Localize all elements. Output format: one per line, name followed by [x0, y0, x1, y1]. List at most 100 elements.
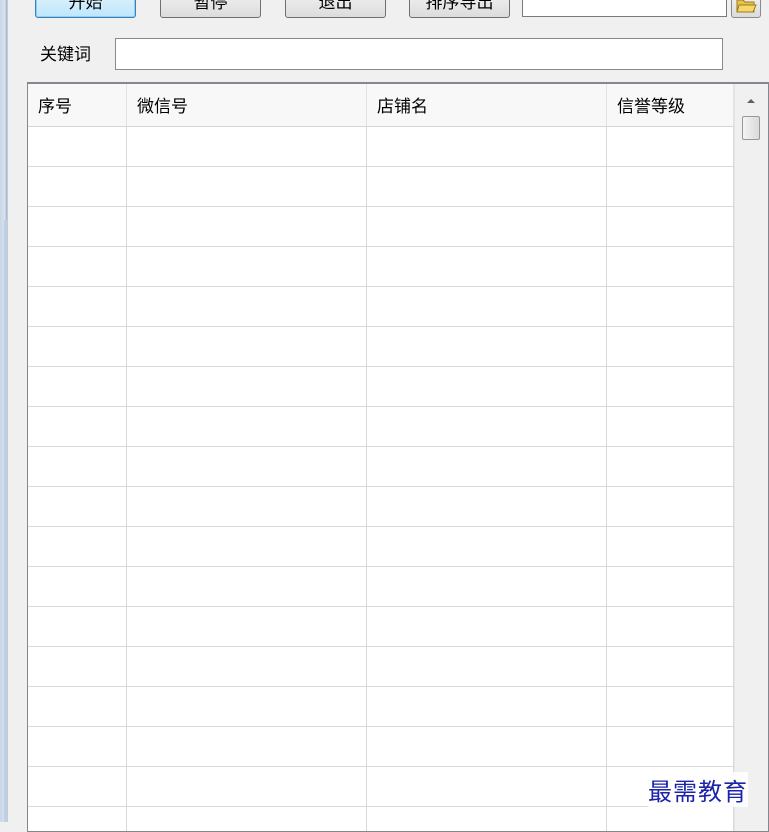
table-cell[interactable]	[28, 287, 127, 327]
table-cell[interactable]	[127, 127, 367, 167]
table-cell[interactable]	[127, 527, 367, 567]
table-cell[interactable]	[607, 247, 734, 287]
table-cell[interactable]	[367, 727, 607, 767]
table-cell[interactable]	[127, 287, 367, 327]
table-cell[interactable]	[607, 807, 734, 831]
table-row[interactable]	[28, 527, 734, 567]
table-cell[interactable]	[127, 607, 367, 647]
table-cell[interactable]	[28, 647, 127, 687]
table-row[interactable]	[28, 287, 734, 327]
table-cell[interactable]	[28, 527, 127, 567]
table-cell[interactable]	[28, 607, 127, 647]
table-cell[interactable]	[367, 207, 607, 247]
results-table[interactable]: 序号 微信号 店铺名 信誉等级	[27, 82, 769, 832]
table-cell[interactable]	[127, 727, 367, 767]
table-cell[interactable]	[127, 447, 367, 487]
table-row[interactable]	[28, 207, 734, 247]
table-cell[interactable]	[28, 447, 127, 487]
table-cell[interactable]	[28, 167, 127, 207]
table-row[interactable]	[28, 727, 734, 767]
table-cell[interactable]	[607, 287, 734, 327]
table-cell[interactable]	[607, 567, 734, 607]
table-cell[interactable]	[127, 807, 367, 831]
table-cell[interactable]	[28, 767, 127, 807]
table-cell[interactable]	[367, 367, 607, 407]
table-row[interactable]	[28, 247, 734, 287]
table-cell[interactable]	[367, 487, 607, 527]
table-cell[interactable]	[28, 367, 127, 407]
table-cell[interactable]	[127, 207, 367, 247]
table-cell[interactable]	[367, 687, 607, 727]
table-cell[interactable]	[367, 247, 607, 287]
table-cell[interactable]	[127, 247, 367, 287]
column-header-shop-name[interactable]: 店铺名	[367, 84, 607, 126]
table-cell[interactable]	[607, 127, 734, 167]
table-row[interactable]	[28, 487, 734, 527]
table-cell[interactable]	[127, 407, 367, 447]
table-cell[interactable]	[28, 327, 127, 367]
exit-button[interactable]: 退出	[285, 0, 386, 18]
table-cell[interactable]	[607, 527, 734, 567]
table-row[interactable]	[28, 687, 734, 727]
table-cell[interactable]	[607, 447, 734, 487]
table-cell[interactable]	[367, 807, 607, 831]
table-cell[interactable]	[367, 327, 607, 367]
table-row[interactable]	[28, 607, 734, 647]
table-cell[interactable]	[607, 327, 734, 367]
export-button[interactable]: 排序导出	[409, 0, 510, 18]
table-cell[interactable]	[367, 287, 607, 327]
table-row[interactable]	[28, 127, 734, 167]
table-cell[interactable]	[367, 607, 607, 647]
table-cell[interactable]	[28, 247, 127, 287]
table-cell[interactable]	[607, 607, 734, 647]
table-cell[interactable]	[367, 167, 607, 207]
scroll-up-arrow-icon[interactable]	[742, 92, 760, 110]
table-row[interactable]	[28, 767, 734, 807]
table-cell[interactable]	[607, 647, 734, 687]
table-cell[interactable]	[127, 327, 367, 367]
table-cell[interactable]	[607, 367, 734, 407]
column-header-wechat-id[interactable]: 微信号	[127, 84, 367, 126]
column-header-credit-level[interactable]: 信誉等级	[607, 84, 734, 126]
table-cell[interactable]	[367, 767, 607, 807]
table-row[interactable]	[28, 807, 734, 831]
table-cell[interactable]	[28, 687, 127, 727]
table-row[interactable]	[28, 407, 734, 447]
table-cell[interactable]	[607, 727, 734, 767]
table-cell[interactable]	[28, 727, 127, 767]
table-cell[interactable]	[28, 567, 127, 607]
table-cell[interactable]	[127, 167, 367, 207]
export-path-input[interactable]	[522, 0, 727, 17]
keyword-input[interactable]	[115, 38, 723, 70]
browse-folder-button[interactable]	[731, 0, 761, 18]
table-cell[interactable]	[367, 407, 607, 447]
scrollbar-thumb[interactable]	[742, 116, 760, 140]
table-row[interactable]	[28, 647, 734, 687]
table-cell[interactable]	[607, 207, 734, 247]
table-cell[interactable]	[28, 127, 127, 167]
table-cell[interactable]	[607, 407, 734, 447]
start-button[interactable]: 开始	[35, 0, 136, 18]
table-cell[interactable]	[607, 487, 734, 527]
table-cell[interactable]	[28, 207, 127, 247]
table-row[interactable]	[28, 367, 734, 407]
vertical-scrollbar[interactable]	[734, 84, 768, 831]
table-cell[interactable]	[367, 647, 607, 687]
table-row[interactable]	[28, 567, 734, 607]
table-cell[interactable]	[367, 127, 607, 167]
table-cell[interactable]	[127, 567, 367, 607]
table-cell[interactable]	[127, 487, 367, 527]
table-cell[interactable]	[367, 447, 607, 487]
table-cell[interactable]	[127, 367, 367, 407]
table-cell[interactable]	[28, 807, 127, 831]
table-cell[interactable]	[28, 487, 127, 527]
table-row[interactable]	[28, 447, 734, 487]
table-cell[interactable]	[127, 647, 367, 687]
table-cell[interactable]	[607, 167, 734, 207]
pause-button[interactable]: 暂停	[160, 0, 261, 18]
table-cell[interactable]	[127, 687, 367, 727]
table-cell[interactable]	[28, 407, 127, 447]
table-cell[interactable]	[607, 687, 734, 727]
table-row[interactable]	[28, 167, 734, 207]
table-row[interactable]	[28, 327, 734, 367]
